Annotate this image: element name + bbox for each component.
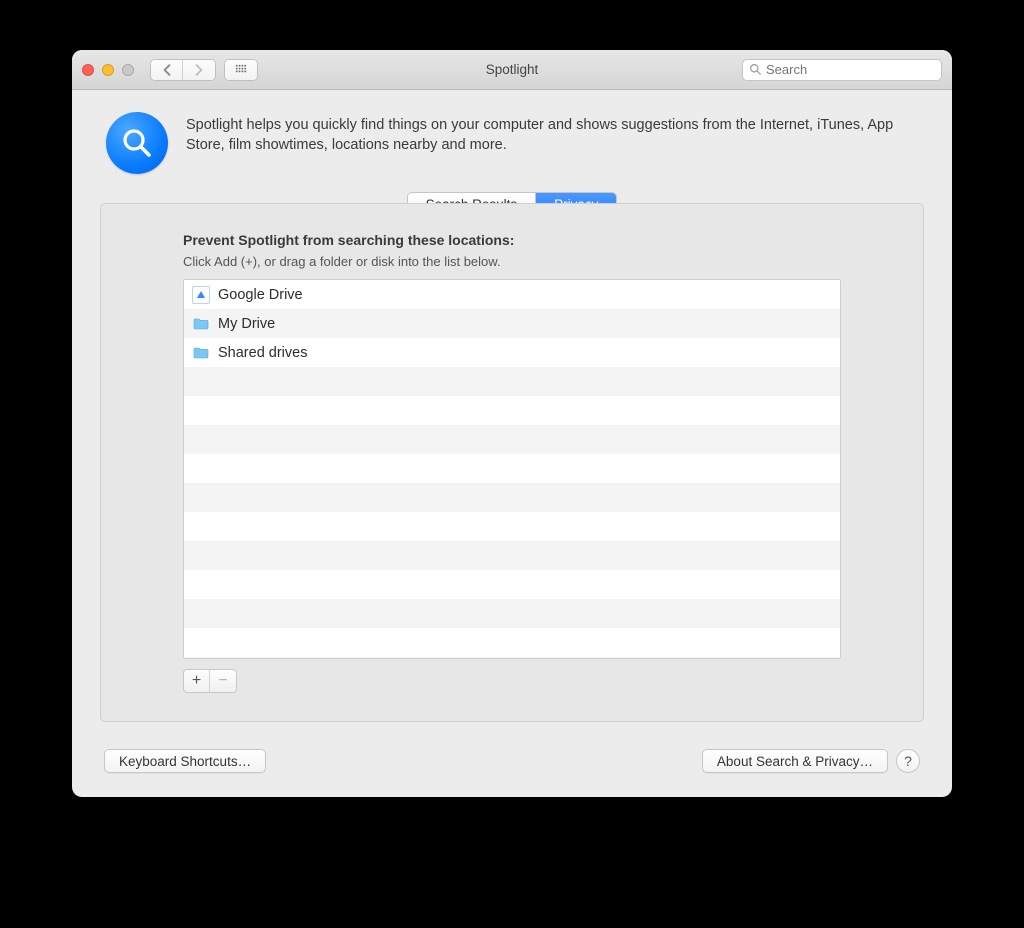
privacy-panel: Prevent Spotlight from searching these l… bbox=[100, 203, 924, 722]
list-item-empty bbox=[184, 657, 840, 659]
about-search-privacy-button[interactable]: About Search & Privacy… bbox=[702, 749, 888, 773]
forward-button[interactable] bbox=[183, 60, 215, 80]
search-field-wrap[interactable] bbox=[742, 59, 942, 81]
chevron-left-icon bbox=[161, 64, 173, 76]
list-item-empty bbox=[184, 599, 840, 628]
add-remove-control: + − bbox=[183, 669, 237, 693]
list-item-empty bbox=[184, 628, 840, 657]
minimize-window-button[interactable] bbox=[102, 64, 114, 76]
keyboard-shortcuts-button[interactable]: Keyboard Shortcuts… bbox=[104, 749, 266, 773]
description-text: Spotlight helps you quickly find things … bbox=[186, 112, 918, 155]
show-all-button[interactable] bbox=[225, 60, 257, 80]
panel-heading: Prevent Spotlight from searching these l… bbox=[183, 232, 841, 248]
titlebar: Spotlight bbox=[72, 50, 952, 90]
list-item-empty bbox=[184, 483, 840, 512]
folder-icon bbox=[192, 344, 210, 362]
panel-hint: Click Add (+), or drag a folder or disk … bbox=[183, 254, 841, 269]
list-item-empty bbox=[184, 396, 840, 425]
list-item-empty bbox=[184, 570, 840, 599]
spotlight-icon bbox=[106, 112, 168, 174]
google-drive-icon bbox=[192, 286, 210, 304]
help-button[interactable]: ? bbox=[896, 749, 920, 773]
show-all-button-group bbox=[224, 59, 258, 81]
chevron-right-icon bbox=[193, 64, 205, 76]
list-item-empty bbox=[184, 512, 840, 541]
header-row: Spotlight helps you quickly find things … bbox=[100, 112, 924, 174]
back-button[interactable] bbox=[151, 60, 183, 80]
search-input[interactable] bbox=[766, 62, 935, 77]
exclusion-list[interactable]: Google Drive My Drive Shared drives bbox=[183, 279, 841, 659]
folder-icon bbox=[192, 315, 210, 333]
list-item-label: Google Drive bbox=[218, 287, 303, 303]
list-item-label: My Drive bbox=[218, 316, 275, 332]
spotlight-preferences-window: Spotlight Spotlight helps you quickly fi… bbox=[72, 50, 952, 797]
add-button[interactable]: + bbox=[184, 670, 210, 692]
search-icon bbox=[749, 63, 762, 76]
list-item[interactable]: Shared drives bbox=[184, 338, 840, 367]
close-window-button[interactable] bbox=[82, 64, 94, 76]
list-item-label: Shared drives bbox=[218, 345, 307, 361]
list-item-empty bbox=[184, 454, 840, 483]
remove-button[interactable]: − bbox=[210, 670, 236, 692]
nav-back-forward bbox=[150, 59, 216, 81]
list-item-empty bbox=[184, 541, 840, 570]
content-area: Spotlight helps you quickly find things … bbox=[72, 90, 952, 797]
list-item[interactable]: My Drive bbox=[184, 309, 840, 338]
grid-icon bbox=[235, 64, 247, 76]
list-item-empty bbox=[184, 367, 840, 396]
list-item[interactable]: Google Drive bbox=[184, 280, 840, 309]
list-item-empty bbox=[184, 425, 840, 454]
footer: Keyboard Shortcuts… About Search & Priva… bbox=[100, 735, 924, 779]
window-controls bbox=[82, 64, 134, 76]
zoom-window-button[interactable] bbox=[122, 64, 134, 76]
